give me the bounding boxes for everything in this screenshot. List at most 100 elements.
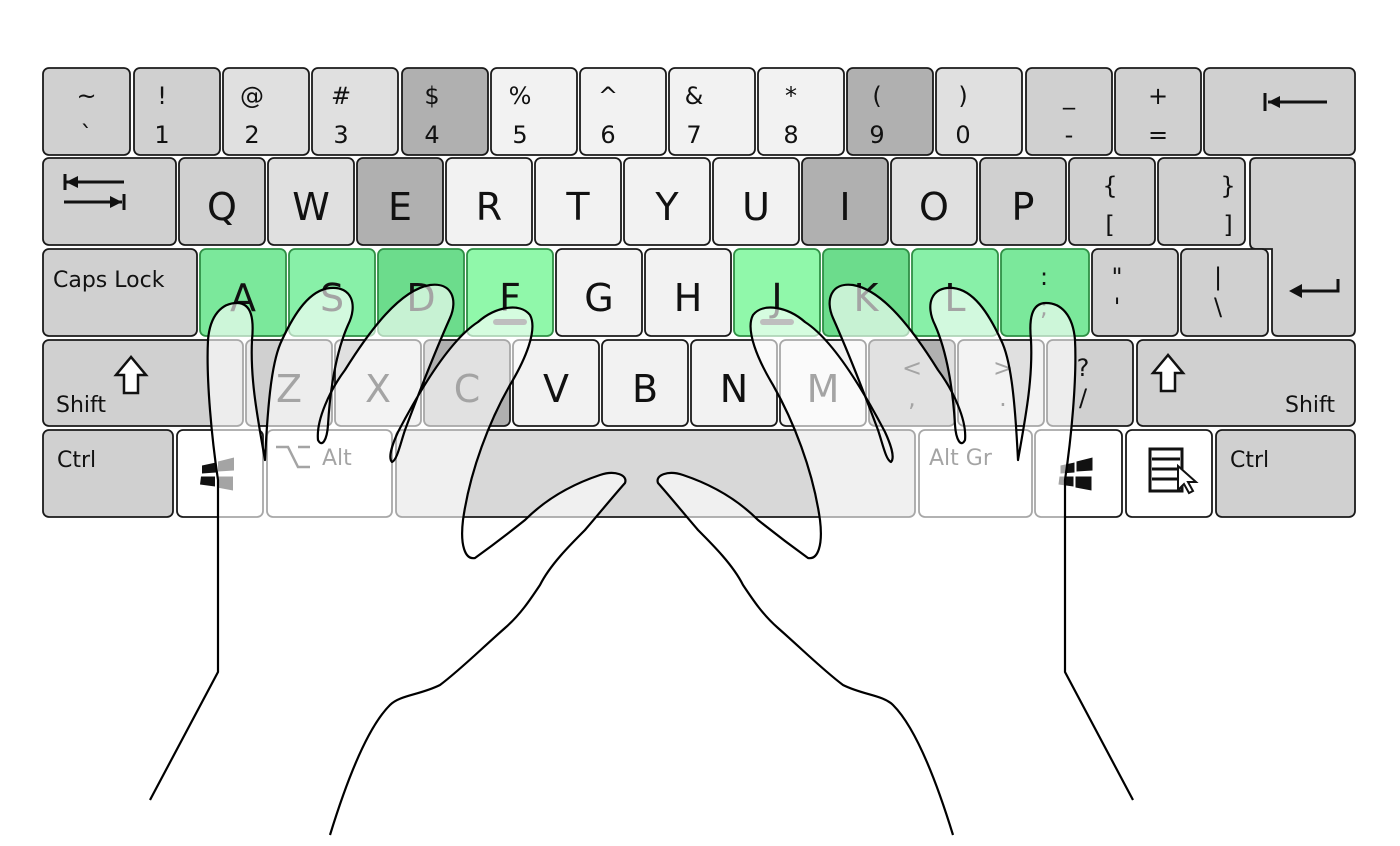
key-label: R [476, 185, 502, 229]
key-label: E [388, 185, 412, 229]
key-base-label: = [1148, 121, 1168, 149]
key-base-label: 0 [955, 121, 970, 149]
key-char-2-12[interactable]: |\ [1180, 248, 1269, 337]
key-base-label: 8 [783, 121, 798, 149]
key-cap [935, 67, 1023, 156]
key-char-0-3[interactable]: #3 [311, 67, 399, 156]
key-cap [668, 67, 756, 156]
key-backspace[interactable] [1203, 67, 1356, 156]
key-shift-label: # [331, 82, 351, 110]
key-char-0-2[interactable]: @2 [222, 67, 310, 156]
key-shift-label: ( [872, 82, 881, 110]
key-label: W [292, 185, 330, 229]
key-base-label: [ [1105, 211, 1114, 239]
key-shift[interactable]: Shift [1136, 339, 1356, 427]
key-cap [42, 429, 174, 518]
key-char-0-0[interactable]: ~` [42, 67, 131, 156]
key-i[interactable]: I [801, 157, 889, 246]
key-shift-label: + [1148, 82, 1168, 110]
key-b[interactable]: B [601, 339, 689, 427]
key-shift-label: } [1220, 172, 1235, 200]
key-base-label: 2 [244, 121, 259, 149]
key-label: Q [207, 185, 237, 229]
key-label: T [565, 185, 590, 229]
key-char-0-9[interactable]: (9 [846, 67, 934, 156]
key-cap [311, 67, 399, 156]
key-tab[interactable] [42, 157, 177, 246]
key-base-label: ] [1223, 211, 1232, 239]
key-w[interactable]: W [267, 157, 355, 246]
key-shift-label: _ [1062, 82, 1076, 110]
key-char-0-8[interactable]: *8 [757, 67, 845, 156]
key-cap [1091, 248, 1179, 337]
key-shift-label: * [785, 82, 797, 110]
key-char-0-7[interactable]: &7 [668, 67, 756, 156]
key-label: Shift [1285, 393, 1335, 418]
key-shift-label: ) [958, 82, 967, 110]
key-shift-label: & [685, 82, 704, 110]
key-u[interactable]: U [712, 157, 800, 246]
key-char-1-11[interactable]: {[ [1068, 157, 1156, 246]
key-caps-lock[interactable]: Caps Lock [42, 248, 198, 337]
key-shift-label: @ [240, 82, 264, 110]
key-shift-label: ^ [598, 82, 618, 110]
key-shift-label: { [1102, 172, 1117, 200]
key-char-0-1[interactable]: !1 [133, 67, 221, 156]
key-shift-label: $ [424, 82, 439, 110]
key-r[interactable]: R [445, 157, 533, 246]
key-o[interactable]: O [890, 157, 978, 246]
key-ctrl[interactable]: Ctrl [1215, 429, 1356, 518]
key-t[interactable]: T [534, 157, 622, 246]
key-label: V [543, 367, 569, 411]
key-label: Ctrl [1230, 448, 1269, 473]
key-char-2-11[interactable]: "' [1091, 248, 1179, 337]
keyboard-diagram: ~`!1@2#3$4%5^6&7*8(9)0_-+=Q W E R T Y U I O P{[}]… [42, 67, 1356, 836]
key-cap [222, 67, 310, 156]
key-char-0-10[interactable]: )0 [935, 67, 1023, 156]
key-base-label: 6 [600, 121, 615, 149]
key-base-label: 1 [154, 121, 169, 149]
key-shift-label: : [1040, 263, 1048, 291]
key-label: Shift [56, 393, 106, 418]
key-shift-label: ! [157, 82, 167, 110]
key-char-0-11[interactable]: _- [1025, 67, 1113, 156]
key-cap [846, 67, 934, 156]
key-base-label: / [1079, 384, 1088, 412]
key-base-label: ' [1114, 293, 1121, 321]
key-base-label: - [1065, 121, 1074, 149]
key-label: Ctrl [57, 448, 96, 473]
key-shift-label: " [1111, 263, 1122, 291]
key-cap [490, 67, 578, 156]
key-cap [133, 67, 221, 156]
key-base-label: \ [1214, 293, 1223, 321]
key-h[interactable]: H [644, 248, 732, 337]
key-label: H [674, 276, 703, 320]
key-cap [1203, 67, 1356, 156]
key-shift-label: | [1214, 263, 1222, 291]
key-e[interactable]: E [356, 157, 444, 246]
key-label: O [919, 185, 949, 229]
key-cap [1215, 429, 1356, 518]
key-char-0-6[interactable]: ^6 [579, 67, 667, 156]
key-label: I [839, 185, 850, 229]
key-char-0-5[interactable]: %5 [490, 67, 578, 156]
key-label: P [1012, 185, 1035, 229]
key-char-1-12[interactable]: }] [1157, 157, 1246, 246]
key-shift-label: ? [1077, 354, 1090, 382]
key-label: G [584, 276, 613, 320]
key-menu[interactable] [1125, 429, 1213, 518]
key-label: N [720, 367, 748, 411]
key-p[interactable]: P [979, 157, 1067, 246]
key-g[interactable]: G [555, 248, 643, 337]
key-cap [579, 67, 667, 156]
key-ctrl[interactable]: Ctrl [42, 429, 174, 518]
key-cap [757, 67, 845, 156]
key-label: B [632, 367, 658, 411]
key-char-0-12[interactable]: += [1114, 67, 1202, 156]
key-base-label: 7 [686, 121, 701, 149]
key-q[interactable]: Q [178, 157, 266, 246]
key-cap [1180, 248, 1269, 337]
key-label: U [742, 185, 770, 229]
key-y[interactable]: Y [623, 157, 711, 246]
key-char-0-4[interactable]: $4 [401, 67, 489, 156]
